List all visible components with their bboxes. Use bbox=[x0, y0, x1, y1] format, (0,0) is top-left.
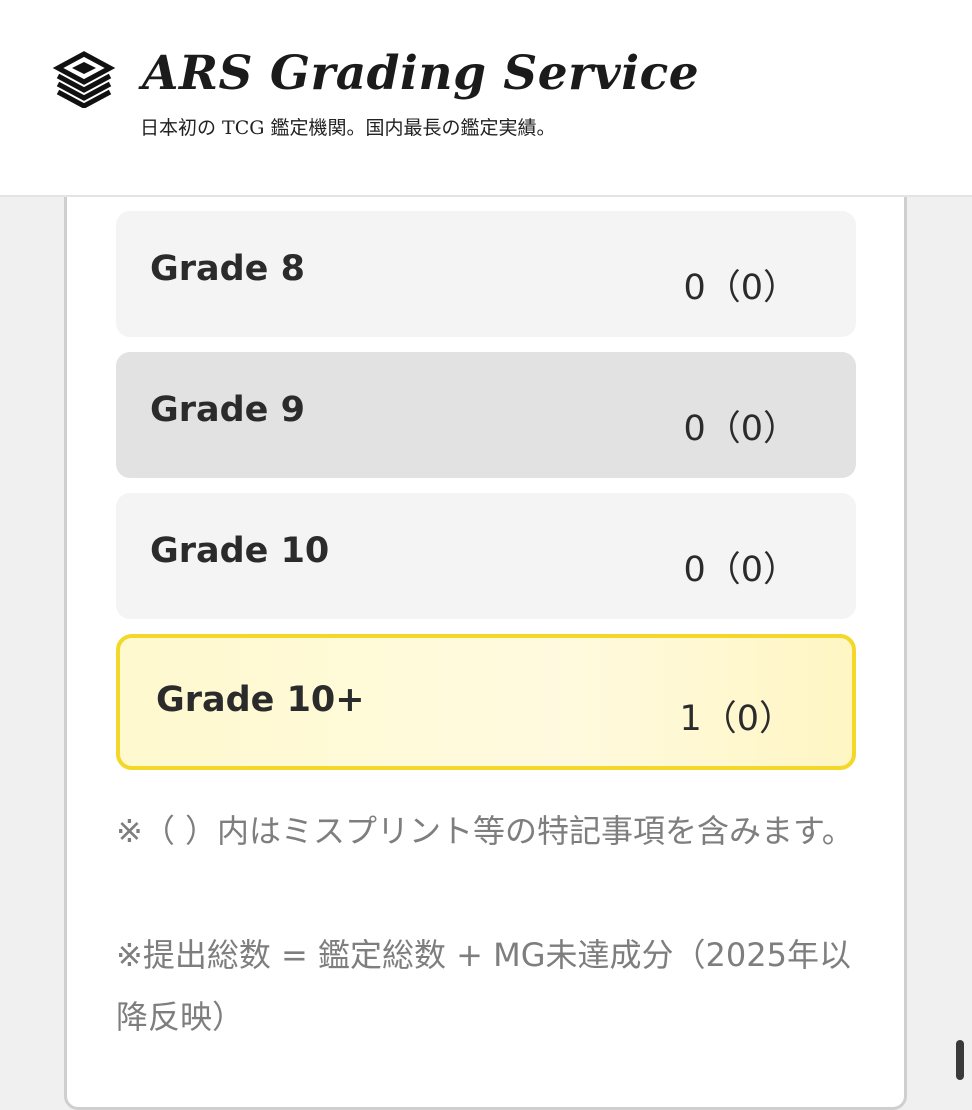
note-misprint: ※（ ）内はミスプリント等の特記事項を含みます。 bbox=[116, 812, 854, 850]
grade-label: Grade 10+ bbox=[156, 680, 365, 720]
grade-row-9[interactable]: Grade 9 0（0） bbox=[116, 352, 856, 478]
site-header: ARS Grading Service 日本初の TCG 鑑定機関。国内最長の鑑… bbox=[0, 0, 972, 197]
note-submission-total: ※提出総数 = 鑑定総数 + MG未達成分（2025年以降反映） bbox=[116, 936, 851, 1036]
grade-label: Grade 10 bbox=[150, 531, 330, 571]
grade-row-10-plus[interactable]: Grade 10+ 1（0） bbox=[116, 634, 856, 770]
grade-label: Grade 9 bbox=[150, 390, 305, 430]
scrollbar[interactable] bbox=[956, 1040, 964, 1080]
ars-logo-icon[interactable] bbox=[52, 50, 116, 108]
grade-row-8[interactable]: Grade 8 0（0） bbox=[116, 211, 856, 337]
brand-tagline: 日本初の TCG 鑑定機関。国内最長の鑑定実績。 bbox=[140, 117, 556, 139]
grade-count: 0（0） bbox=[683, 550, 798, 590]
grade-count: 1（0） bbox=[679, 699, 794, 739]
grade-count: 0（0） bbox=[683, 409, 798, 449]
grade-label: Grade 8 bbox=[150, 249, 305, 289]
grade-row-10[interactable]: Grade 10 0（0） bbox=[116, 493, 856, 619]
grade-count: 0（0） bbox=[683, 268, 798, 308]
brand-title[interactable]: ARS Grading Service bbox=[142, 46, 699, 101]
